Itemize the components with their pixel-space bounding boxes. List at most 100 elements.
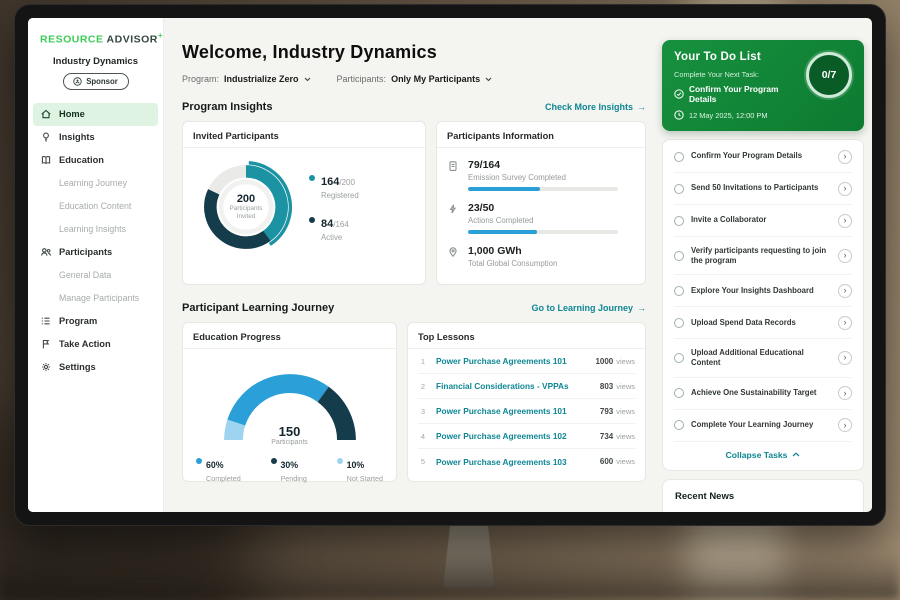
program-filter-dropdown[interactable]: Program: Industrialize Zero [182,74,311,84]
legend-value: 10% [347,460,365,470]
chevron-right-icon[interactable]: › [838,316,852,330]
sidebar-item-settings[interactable]: Settings [28,356,163,379]
task-row-send-invitations[interactable]: Send 50 Invitations to Participants › [674,173,852,205]
sidebar-item-program[interactable]: Program [28,310,163,333]
lesson-link[interactable]: Financial Considerations - VPPAs [436,381,592,391]
task-checkbox[interactable] [674,152,684,162]
sidebar-item-label: Participants [59,247,112,257]
lesson-link[interactable]: Power Purchase Agreements 102 [436,431,592,441]
todo-progress-count: 0/7 [822,69,837,81]
task-checkbox[interactable] [674,420,684,430]
filter-bar: Program: Industrialize Zero Participants… [182,74,658,84]
participants-filter-dropdown[interactable]: Participants: Only My Participants [337,74,493,84]
progress-bar [468,187,618,191]
participants-filter-value: Only My Participants [391,74,480,84]
sidebar-item-insights[interactable]: Insights [28,126,163,149]
lesson-link[interactable]: Power Purchase Agreements 103 [436,457,592,467]
task-checkbox[interactable] [674,286,684,296]
views-label: views [616,432,635,441]
task-checkbox[interactable] [674,251,684,261]
sidebar-item-label: Settings [59,362,96,372]
legend-value: 60% [206,460,224,470]
sidebar-item-take-action[interactable]: Take Action [28,333,163,356]
task-label: Upload Spend Data Records [691,318,831,328]
legend-total: /164 [333,220,349,229]
sidebar-item-participants[interactable]: Participants [28,241,163,264]
sidebar-item-education-content[interactable]: Education Content [28,195,163,218]
task-checkbox[interactable] [674,216,684,226]
task-label: Upload Additional Educational Content [691,348,831,368]
task-row-achieve-target[interactable]: Achieve One Sustainability Target › [674,378,852,410]
person-icon [73,77,82,86]
link-label: Check More Insights [545,102,633,112]
task-checkbox[interactable] [674,353,684,363]
sidebar-item-manage-participants[interactable]: Manage Participants [28,287,163,310]
task-checkbox[interactable] [674,184,684,194]
info-value: 79/164 [468,159,618,171]
sponsor-badge: Sponsor [63,73,129,90]
legend-dot [309,217,315,223]
legend-value: 84 [321,218,333,230]
education-gauge-chart: 150 Participants [210,355,370,446]
views-count: 803 [600,382,613,391]
todo-due-label: 12 May 2025, 12:00 PM [689,111,767,120]
sidebar-item-label: Learning Journey [59,178,127,188]
actions-icon [447,203,459,215]
invited-participants-card: Invited Participants 200 Participants In… [182,121,426,285]
chevron-right-icon[interactable]: › [838,150,852,164]
task-checkbox[interactable] [674,318,684,328]
sidebar-item-home[interactable]: Home [33,103,158,126]
logo-advisor: ADVISOR [107,34,158,46]
chevron-right-icon[interactable]: › [838,249,852,263]
task-row-upload-spend-data[interactable]: Upload Spend Data Records › [674,307,852,339]
lightbulb-icon [40,131,52,143]
chevron-right-icon[interactable]: › [838,418,852,432]
legend-label: Not Started [347,474,383,483]
program-insights-cards: Invited Participants 200 Participants In… [182,121,646,285]
task-row-invite-collaborator[interactable]: Invite a Collaborator › [674,205,852,237]
sidebar-item-label: General Data [59,270,111,280]
info-value: 23/50 [468,202,618,214]
sidebar-item-general-data[interactable]: General Data [28,264,163,287]
chevron-right-icon[interactable]: › [838,284,852,298]
legend-label: Completed [206,474,241,483]
chevron-right-icon[interactable]: › [838,351,852,365]
progress-bar-fill [468,187,540,191]
lesson-link[interactable]: Power Purchase Agreements 101 [436,356,587,366]
task-row-confirm-program[interactable]: Confirm Your Program Details › [674,141,852,173]
sidebar-item-learning-insights[interactable]: Learning Insights [28,218,163,241]
sidebar-item-learning-journey[interactable]: Learning Journey [28,172,163,195]
people-icon [40,246,52,258]
list-icon [40,315,52,327]
task-checkbox[interactable] [674,388,684,398]
flag-icon [40,338,52,350]
lesson-link[interactable]: Power Purchase Agreements 101 [436,406,592,416]
views-label: views [616,382,635,391]
task-row-complete-learning-journey[interactable]: Complete Your Learning Journey › [674,410,852,442]
main-content: Welcome, Industry Dynamics Program: Indu… [164,18,658,512]
todo-next-task-label: Confirm Your Program Details [689,84,802,104]
chevron-right-icon[interactable]: › [838,386,852,400]
collapse-tasks-link[interactable]: Collapse Tasks [674,442,852,469]
task-row-verify-participants[interactable]: Verify participants requesting to join t… [674,237,852,275]
link-label: Go to Learning Journey [531,303,633,313]
legend-item-active: 84/164 Active [309,214,359,242]
todo-panel: Your To Do List Complete Your Next Task:… [662,18,864,512]
go-to-learning-journey-link[interactable]: Go to Learning Journey → [531,303,646,313]
lesson-rank: 5 [418,457,428,466]
task-row-explore-insights[interactable]: Explore Your Insights Dashboard › [674,275,852,307]
legend-dot [196,458,202,464]
chevron-right-icon[interactable]: › [838,182,852,196]
chevron-down-icon [485,77,492,82]
check-more-insights-link[interactable]: Check More Insights → [545,102,646,112]
info-row-consumption: 1,000 GWh Total Global Consumption [447,245,635,268]
section-title: Program Insights [182,101,272,113]
task-row-upload-educational-content[interactable]: Upload Additional Educational Content › [674,339,852,377]
donut-center-label: Invited [237,213,256,221]
sidebar-item-label: Manage Participants [59,293,139,303]
lesson-rank: 1 [418,357,428,366]
arrow-right-icon: → [637,303,646,313]
task-label: Invite a Collaborator [691,215,831,225]
chevron-right-icon[interactable]: › [838,214,852,228]
sidebar-item-education[interactable]: Education [28,149,163,172]
